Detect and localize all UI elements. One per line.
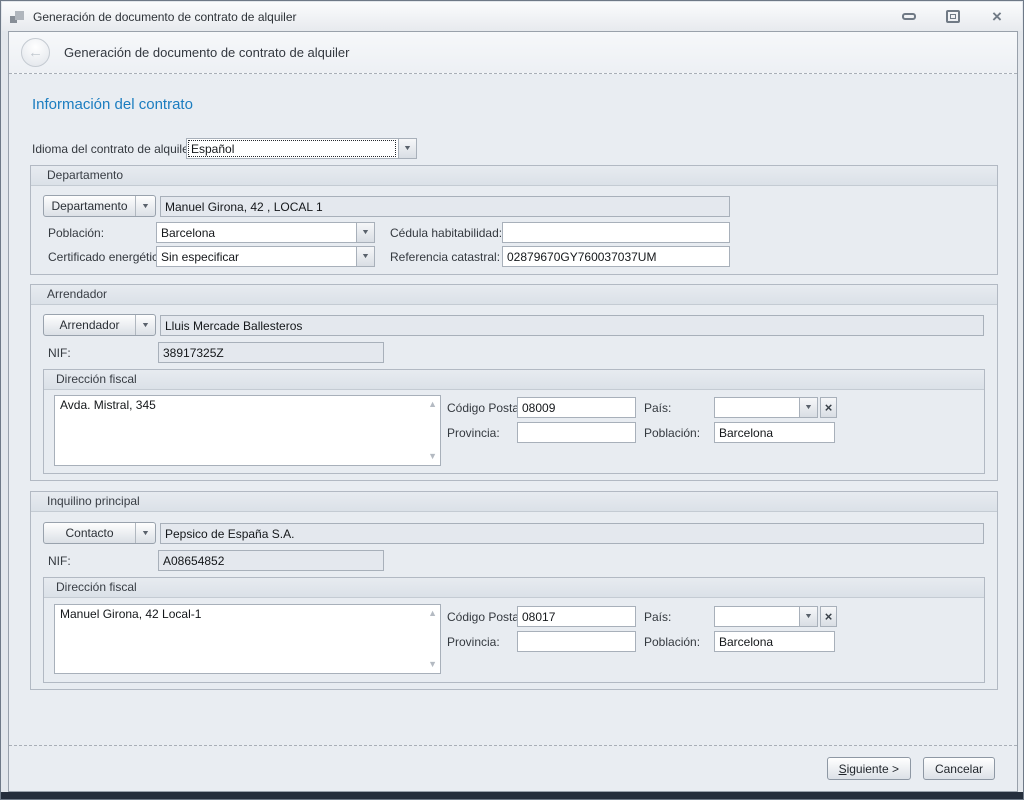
language-chevron-down-icon[interactable]: ▼	[398, 138, 417, 159]
wizard-header-title: Generación de documento de contrato de a…	[64, 45, 349, 60]
inquilino-pais-clear-button[interactable]: ×	[820, 606, 837, 627]
group-arrendador: Arrendador Arrendador ▼ NIF: Dirección f…	[30, 284, 998, 481]
group-departamento: Departamento Departamento ▼ Población: ▼…	[30, 165, 998, 275]
inquilino-nif-label: NIF:	[48, 554, 71, 568]
referencia-label: Referencia catastral:	[390, 250, 500, 264]
dialog-client-area: ← Generación de documento de contrato de…	[8, 31, 1018, 792]
arrendador-pais-label: País:	[644, 401, 671, 415]
inquilino-direccion-group: Dirección fiscal Manuel Girona, 42 Local…	[43, 577, 985, 683]
arrendador-pais-combo[interactable]: ▼	[714, 397, 818, 418]
inquilino-poblacion-label: Población:	[644, 635, 700, 649]
language-input[interactable]	[186, 138, 398, 159]
arrendador-provincia-label: Provincia:	[447, 426, 500, 440]
arrendador-address-textarea[interactable]: Avda. Mistral, 345	[55, 396, 440, 465]
window-controls: ×	[896, 7, 1014, 27]
arrendador-cp-label: Código Postal:	[447, 401, 525, 415]
arrendador-pais-clear-button[interactable]: ×	[820, 397, 837, 418]
inquilino-value-field	[160, 523, 984, 544]
clear-icon: ×	[825, 400, 833, 415]
restore-icon	[946, 10, 960, 23]
close-icon: ×	[992, 10, 1002, 24]
arrendador-provincia-input[interactable]	[517, 422, 636, 443]
poblacion-input[interactable]	[156, 222, 356, 243]
cancel-button[interactable]: Cancelar	[923, 757, 995, 780]
group-departamento-title: Departamento	[31, 166, 997, 186]
window-title: Generación de documento de contrato de a…	[33, 10, 896, 24]
inquilino-provincia-input[interactable]	[517, 631, 636, 652]
arrendador-direccion-title: Dirección fiscal	[44, 370, 984, 390]
app-icon	[10, 9, 26, 25]
arrendador-pais-chevron-down-icon[interactable]: ▼	[799, 397, 818, 418]
inquilino-pais-combo[interactable]: ▼	[714, 606, 818, 627]
inquilino-selector-chevron-down-icon[interactable]: ▼	[135, 523, 155, 543]
scroll-down-icon[interactable]: ▼	[428, 452, 437, 461]
inquilino-pais-input[interactable]	[714, 606, 799, 627]
arrendador-selector-chevron-down-icon[interactable]: ▼	[135, 315, 155, 335]
poblacion-chevron-down-icon[interactable]: ▼	[356, 222, 375, 243]
group-inquilino: Inquilino principal Contacto ▼ NIF: Dire…	[30, 491, 998, 690]
scroll-up-icon[interactable]: ▲	[428, 400, 437, 409]
arrendador-selector-label: Arrendador	[44, 315, 135, 335]
window-bottom-edge	[1, 792, 1024, 799]
arrendador-selector-button[interactable]: Arrendador ▼	[43, 314, 156, 336]
inquilino-pais-label: País:	[644, 610, 671, 624]
arrendador-nif-field	[158, 342, 384, 363]
group-arrendador-title: Arrendador	[31, 285, 997, 305]
inquilino-poblacion-input[interactable]	[714, 631, 835, 652]
arrendador-poblacion-input[interactable]	[714, 422, 835, 443]
inquilino-cp-label: Código Postal:	[447, 610, 525, 624]
back-arrow-icon: ←	[28, 44, 43, 61]
scroll-down-icon[interactable]: ▼	[428, 660, 437, 669]
group-inquilino-title: Inquilino principal	[31, 492, 997, 512]
inquilino-cp-input[interactable]	[517, 606, 636, 627]
inquilino-provincia-label: Provincia:	[447, 635, 500, 649]
wizard-content: Información del contrato Idioma del cont…	[9, 75, 1019, 747]
certificado-chevron-down-icon[interactable]: ▼	[356, 246, 375, 267]
departamento-selector-label: Departamento	[44, 196, 135, 216]
next-button[interactable]: Siguiente >	[827, 757, 911, 780]
back-button[interactable]: ←	[21, 38, 50, 67]
arrendador-address-area: Avda. Mistral, 345 ▲ ▼	[54, 395, 441, 466]
restore-button[interactable]	[940, 7, 966, 27]
departamento-selector-chevron-down-icon[interactable]: ▼	[135, 196, 155, 216]
inquilino-nif-field	[158, 550, 384, 571]
referencia-input[interactable]	[502, 246, 730, 267]
certificado-combo[interactable]: ▼	[156, 246, 375, 267]
inquilino-address-area: Manuel Girona, 42 Local-1 ▲ ▼	[54, 604, 441, 674]
language-label: Idioma del contrato de alquiler:	[32, 142, 196, 156]
certificado-label: Certificado energético:	[48, 250, 168, 264]
wizard-header: ← Generación de documento de contrato de…	[9, 32, 1017, 74]
arrendador-cp-input[interactable]	[517, 397, 636, 418]
inquilino-direccion-title: Dirección fiscal	[44, 578, 984, 598]
titlebar: Generación de documento de contrato de a…	[2, 2, 1022, 31]
app-window: Generación de documento de contrato de a…	[0, 0, 1024, 800]
arrendador-poblacion-label: Población:	[644, 426, 700, 440]
arrendador-nif-label: NIF:	[48, 346, 71, 360]
cedula-label: Cédula habitabilidad:	[390, 226, 502, 240]
close-button[interactable]: ×	[984, 7, 1010, 27]
poblacion-label: Población:	[48, 226, 104, 240]
inquilino-selector-label: Contacto	[44, 523, 135, 543]
cedula-input[interactable]	[502, 222, 730, 243]
certificado-input[interactable]	[156, 246, 356, 267]
language-combo[interactable]: ▼	[186, 138, 417, 159]
page-title: Información del contrato	[32, 96, 193, 113]
inquilino-selector-button[interactable]: Contacto ▼	[43, 522, 156, 544]
minimize-button[interactable]	[896, 7, 922, 27]
scroll-up-icon[interactable]: ▲	[428, 609, 437, 618]
arrendador-pais-input[interactable]	[714, 397, 799, 418]
arrendador-direccion-group: Dirección fiscal Avda. Mistral, 345 ▲ ▼ …	[43, 369, 985, 474]
arrendador-value-field	[160, 315, 984, 336]
poblacion-combo[interactable]: ▼	[156, 222, 375, 243]
clear-icon: ×	[825, 609, 833, 624]
departamento-value-field	[160, 196, 730, 217]
departamento-selector-button[interactable]: Departamento ▼	[43, 195, 156, 217]
footer: Siguiente > Cancelar	[9, 745, 1017, 791]
minimize-icon	[902, 13, 916, 20]
inquilino-pais-chevron-down-icon[interactable]: ▼	[799, 606, 818, 627]
inquilino-address-textarea[interactable]: Manuel Girona, 42 Local-1	[55, 605, 440, 673]
